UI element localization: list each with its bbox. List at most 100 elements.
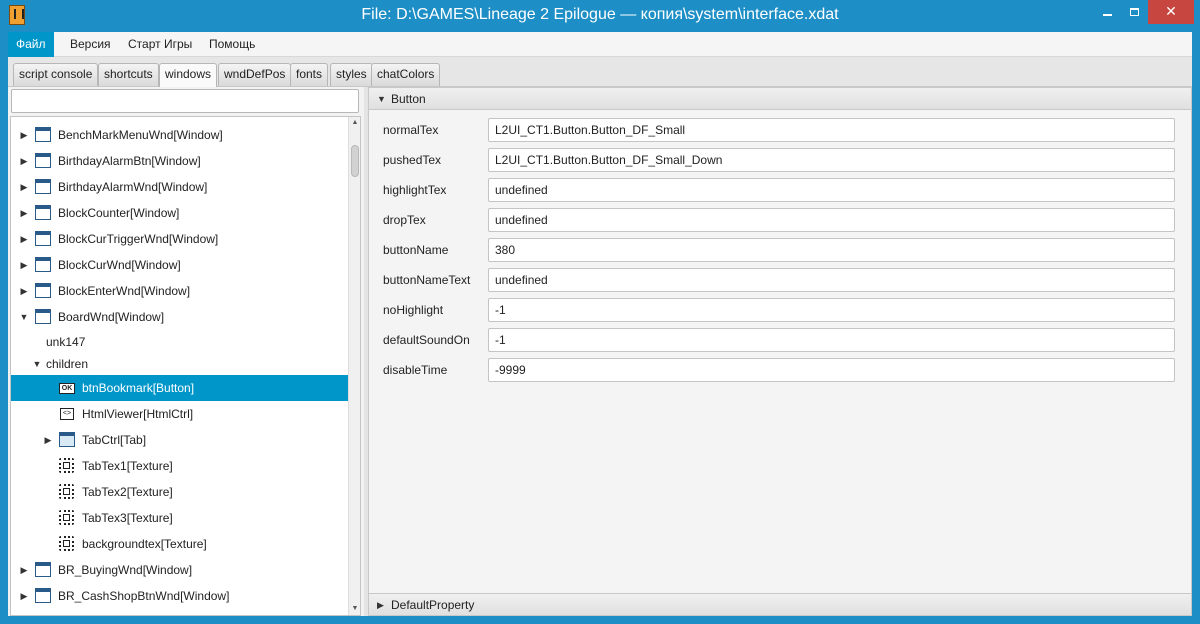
texture-icon (59, 458, 74, 473)
menu-version[interactable]: Версия (62, 32, 119, 57)
expand-arrow-icon[interactable]: ▶ (19, 252, 29, 278)
property-value-field[interactable] (488, 358, 1175, 382)
property-label: pushedTex (383, 153, 442, 167)
expand-arrow-icon[interactable]: ▶ (19, 200, 29, 226)
section-title: DefaultProperty (391, 598, 475, 612)
tree-item-label: TabTex3[Texture] (82, 511, 173, 525)
expand-arrow-icon[interactable]: ▶ (19, 148, 29, 174)
tree-item[interactable]: ▶ BirthdayAlarmWnd[Window] (11, 174, 348, 200)
tab-script-console[interactable]: script console (13, 63, 99, 86)
section-header-default-property[interactable]: ▶ DefaultProperty (369, 593, 1191, 615)
tree-item-label: children (46, 357, 89, 371)
tab-shortcuts[interactable]: shortcuts (98, 63, 159, 86)
tree-item[interactable]: ▶ BlockCurTriggerWnd[Window] (11, 226, 348, 252)
collapse-arrow-icon[interactable]: ▼ (19, 304, 29, 330)
menu-bar: Файл Версия Старт Игры Помощь (8, 32, 1192, 57)
expand-arrow-icon[interactable]: ▶ (19, 174, 29, 200)
tree-item-label: BlockCurTriggerWnd[Window] (58, 232, 219, 246)
property-row: buttonName (369, 235, 1191, 265)
window-icon (35, 127, 51, 142)
property-value-field[interactable] (488, 118, 1175, 142)
property-row: defaultSoundOn (369, 325, 1191, 355)
tree-item[interactable]: TabTex3[Texture] (11, 505, 348, 531)
tree-item-label: BR_BuyingWnd[Window] (58, 563, 193, 577)
tree-item[interactable]: <> HtmlViewer[HtmlCtrl] (11, 401, 348, 427)
tab-wnd-def-pos[interactable]: wndDefPos (218, 63, 292, 86)
tree-item-label: BlockCurWnd[Window] (58, 258, 181, 272)
close-button[interactable]: ✕ (1148, 0, 1194, 24)
property-label: disableTime (383, 363, 448, 377)
tab-chat-colors[interactable]: chatColors (371, 63, 441, 86)
property-value-field[interactable] (488, 268, 1175, 292)
expand-arrow-icon[interactable]: ▶ (19, 557, 29, 583)
tree-item-label: BoardWnd[Window] (58, 310, 165, 324)
tree-item-label: TabTex1[Texture] (82, 459, 173, 473)
tree-item[interactable]: ▼ children (11, 351, 348, 377)
property-value-field[interactable] (488, 238, 1175, 262)
title-bar[interactable]: File: D:\GAMES\Lineage 2 Epilogue — копи… (0, 0, 1200, 32)
scroll-down-icon[interactable]: ▼ (349, 603, 360, 615)
scroll-up-icon[interactable]: ▲ (349, 117, 360, 129)
texture-icon (59, 510, 74, 525)
property-value-field[interactable] (488, 328, 1175, 352)
tree-item[interactable]: ▶ BlockCurWnd[Window] (11, 252, 348, 278)
tree-item-label: TabTex2[Texture] (82, 485, 173, 499)
texture-icon (59, 484, 74, 499)
window-icon (35, 231, 51, 246)
tree-item-label: BirthdayAlarmBtn[Window] (58, 154, 201, 168)
expand-arrow-icon[interactable]: ▶ (19, 278, 29, 304)
property-label: defaultSoundOn (383, 333, 470, 347)
expand-arrow-icon[interactable]: ▶ (19, 583, 29, 609)
tree-item-selected[interactable]: OK btnBookmark[Button] (11, 375, 348, 401)
tree-item[interactable]: TabTex2[Texture] (11, 479, 348, 505)
property-row: noHighlight (369, 295, 1191, 325)
maximize-button[interactable] (1121, 0, 1147, 24)
expand-arrow-icon[interactable]: ▶ (377, 594, 384, 616)
menu-start-game[interactable]: Старт Игры (120, 32, 200, 57)
tree-item[interactable]: ▶ BR_BuyingWnd[Window] (11, 557, 348, 583)
window-icon (35, 205, 51, 220)
tree-item-label: BlockEnterWnd[Window] (58, 284, 191, 298)
tab-styles[interactable]: styles (330, 63, 373, 86)
section-header-button[interactable]: ▼ Button (369, 88, 1191, 110)
tree-item-label: BirthdayAlarmWnd[Window] (58, 180, 208, 194)
tab-windows[interactable]: windows (159, 63, 218, 87)
tree-item[interactable]: ▶ BlockCounter[Window] (11, 200, 348, 226)
window-icon (35, 179, 51, 194)
tree-item[interactable]: ▶ BR_CashShopBtnWnd[Window] (11, 583, 348, 609)
tab-fonts[interactable]: fonts (290, 63, 329, 86)
window-icon (35, 257, 51, 272)
search-input[interactable] (11, 89, 359, 113)
tree-item[interactable]: ▶ BirthdayAlarmBtn[Window] (11, 148, 348, 174)
collapse-arrow-icon[interactable]: ▼ (32, 351, 42, 377)
property-label: normalTex (383, 123, 439, 137)
tree-item[interactable]: ▶ BlockEnterWnd[Window] (11, 278, 348, 304)
property-label: noHighlight (383, 303, 444, 317)
tree-item-label: HtmlViewer[HtmlCtrl] (82, 407, 194, 421)
collapse-arrow-icon[interactable]: ▼ (377, 88, 386, 110)
property-value-field[interactable] (488, 298, 1175, 322)
left-panel: ▶ BenchMarkMenuWnd[Window] ▶ BirthdayAla… (8, 87, 364, 616)
expand-arrow-icon[interactable]: ▶ (19, 226, 29, 252)
expand-arrow-icon[interactable]: ▶ (19, 122, 29, 148)
menu-help[interactable]: Помощь (201, 32, 263, 57)
tree-item[interactable]: ▼ BoardWnd[Window] (11, 304, 348, 330)
maximize-icon (1129, 8, 1139, 16)
menu-file[interactable]: Файл (8, 32, 54, 57)
property-label: highlightTex (383, 183, 447, 197)
window-tree[interactable]: ▶ BenchMarkMenuWnd[Window] ▶ BirthdayAla… (10, 116, 361, 616)
minimize-icon (1102, 14, 1112, 16)
window-icon (35, 562, 51, 577)
property-value-field[interactable] (488, 148, 1175, 172)
minimize-button[interactable] (1094, 0, 1120, 24)
property-value-field[interactable] (488, 208, 1175, 232)
scrollbar-thumb[interactable] (351, 145, 359, 177)
property-value-field[interactable] (488, 178, 1175, 202)
tree-item[interactable]: backgroundtex[Texture] (11, 531, 348, 557)
expand-arrow-icon[interactable]: ▶ (43, 427, 53, 453)
tree-item[interactable]: TabTex1[Texture] (11, 453, 348, 479)
tree-item[interactable]: ▶ BenchMarkMenuWnd[Window] (11, 122, 348, 148)
tree-item[interactable]: ▶ TabCtrl[Tab] (11, 427, 348, 453)
tree-item-label: TabCtrl[Tab] (82, 433, 147, 447)
tree-scrollbar[interactable]: ▲ ▼ (348, 117, 360, 615)
